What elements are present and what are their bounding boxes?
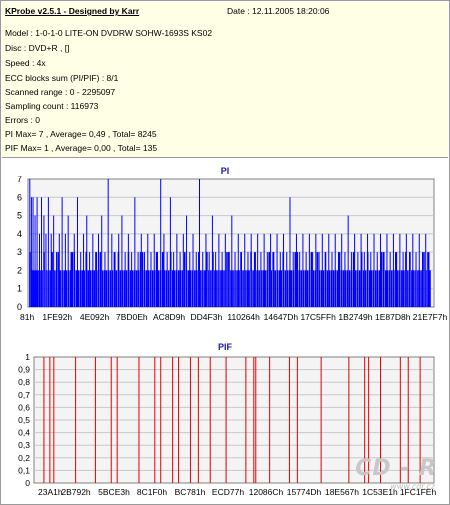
pif-y-tick-label: 0,2 <box>18 453 30 463</box>
pif-y-tick-label: 0,5 <box>18 415 30 425</box>
pi-x-tick-label: 1B2749h <box>338 312 372 322</box>
pi-summary-line: PI Max= 7 , Average= 0,49 , Total= 8245 <box>5 129 157 139</box>
pi-x-tick-label: 21E7F7h <box>413 312 448 322</box>
errors-line: Errors : 0 <box>5 115 40 125</box>
pif-y-tick-label: 0,9 <box>18 365 30 375</box>
pi-x-tick-label: 81h <box>20 312 34 322</box>
pi-x-tick-label: 17C5FFh <box>300 312 336 322</box>
pif-x-tick-label: 8C1F0h <box>137 487 168 497</box>
ecc-line: ECC blocks sum (PI/PIF) : 8/1 <box>5 73 119 83</box>
pif-y-tick-label: 0,6 <box>18 402 30 412</box>
pif-x-tick-label: 12086Ch <box>249 487 284 497</box>
pi-x-tick-label: 14647Dh <box>264 312 299 322</box>
scanned-range-line: Scanned range : 0 - 2295097 <box>5 87 116 97</box>
pi-x-tick-label: 7BD0Eh <box>116 312 148 322</box>
scan-info-panel: KProbe v2.5.1 - Designed by Karr Date : … <box>2 2 448 158</box>
pif-y-tick-label: 0,7 <box>18 390 30 400</box>
pi-y-tick-label: 2 <box>17 265 22 275</box>
cdr-watermark-url: www.cdr.cz <box>390 482 435 491</box>
app-title: KProbe v2.5.1 - Designed by Karr <box>5 6 140 16</box>
app-title-line: KProbe v2.5.1 - Designed by Karr <box>5 6 139 16</box>
pi-y-tick-label: 3 <box>17 247 22 257</box>
pif-y-tick-label: 0 <box>25 478 30 488</box>
speed-line: Speed : 4x <box>5 58 46 68</box>
pif-x-tick-label: ECD77h <box>212 487 244 497</box>
pi-x-tick-label: 1E87D8h <box>375 312 411 322</box>
pi-y-tick-label: 7 <box>17 176 22 184</box>
pi-y-tick-label: 6 <box>17 192 22 202</box>
pif-x-tick-label: 2B792h <box>61 487 91 497</box>
pif-y-tick-label: 0,8 <box>18 377 30 387</box>
pif-x-tick-label: 18E567h <box>325 487 359 497</box>
pi-x-tick-label: DD4F3h <box>191 312 223 322</box>
pi-y-tick-label: 1 <box>17 284 22 294</box>
pif-x-tick-label: BC781h <box>175 487 206 497</box>
pi-x-tick-label: 1FE92h <box>42 312 72 322</box>
pi-chart-title: PI <box>220 166 230 176</box>
pif-x-tick-label: 5BCE3h <box>98 487 130 497</box>
pif-summary-line: PIF Max= 1 , Average= 0,00 , Total= 135 <box>5 143 158 153</box>
pi-y-tick-label: 5 <box>17 211 22 221</box>
pif-y-tick-label: 0,3 <box>18 440 30 450</box>
pif-x-tick-label: 23A1h <box>38 487 63 497</box>
kprobe-report: KProbe v2.5.1 - Designed by Karr Date : … <box>0 0 450 505</box>
pif-y-tick-label: 0,4 <box>18 428 30 438</box>
pif-y-tick-label: 0,1 <box>18 465 30 475</box>
scan-date: Date : 12.11.2005 18:20:06 <box>227 6 330 16</box>
pi-x-tick-label: 4E092h <box>80 312 110 322</box>
pif-x-tick-label: 15774Dh <box>287 487 322 497</box>
pif-y-tick-label: 1 <box>25 352 30 362</box>
pi-x-tick-label: 110264h <box>227 312 260 322</box>
disc-line: Disc : DVD+R , [] <box>5 43 70 53</box>
sampling-count-line: Sampling count : 116973 <box>5 101 99 111</box>
pi-x-tick-label: AC8D9h <box>153 312 185 322</box>
model-line: Model : 1-0-1-0 LITE-ON DVDRW SOHW-1693S… <box>5 28 213 38</box>
pi-y-tick-label: 4 <box>17 229 22 239</box>
pi-chart: 0 1 2 3 4 5 6 7 81h 1FE92h 4E092h 7BD0Eh AC8D9h DD4F3… <box>17 176 448 322</box>
cdr-watermark-logo: CD - R <box>355 456 437 481</box>
pi-y-tick-label: 0 <box>17 302 22 312</box>
